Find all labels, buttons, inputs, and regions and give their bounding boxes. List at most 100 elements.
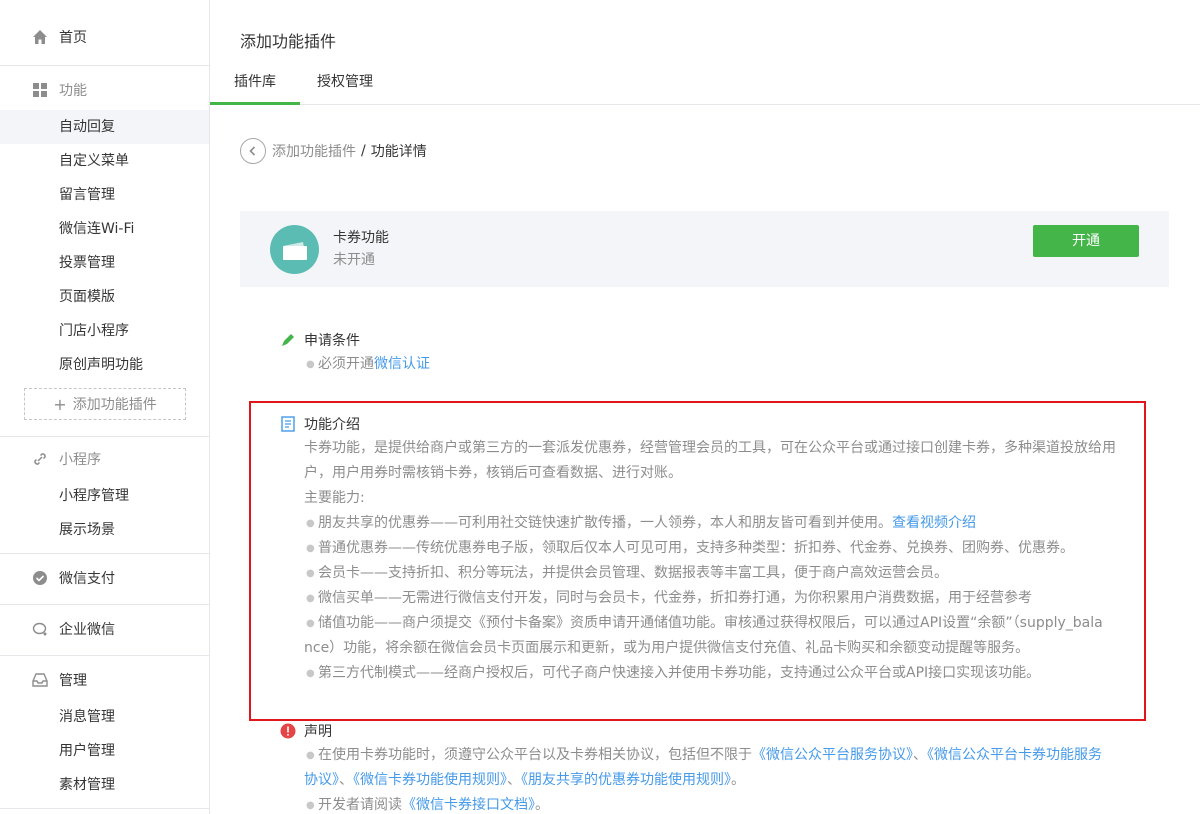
sidebar-item-wechat-pay[interactable]: 微信支付 (0, 558, 209, 598)
open-button[interactable]: 开通 (1033, 225, 1139, 257)
ability-item: ● 储值功能——商户须提交《预付卡备案》资质申请开通储值功能。审核通过获得权限后… (280, 611, 1140, 636)
ability-item: ● 微信买单——无需进行微信支付开发，同时与会员卡，代金券，折扣券打通，为你积累… (280, 586, 1140, 611)
sidebar-group-title: 小程序 (59, 452, 101, 468)
bullet-dot-icon: ● (306, 518, 315, 529)
ability-title: 主要能力: (304, 490, 365, 506)
sidebar-item-vote[interactable]: 投票管理 (0, 246, 209, 280)
breadcrumb-prev-link[interactable]: 添加功能插件 (272, 141, 356, 161)
bullet-dot-icon: ● (306, 750, 315, 761)
plugin-status: 未开通 (333, 252, 375, 268)
sidebar-item-custom-menu[interactable]: 自定义菜单 (0, 144, 209, 178)
sidebar-item-users[interactable]: 用户管理 (0, 734, 209, 768)
wechat-pay-icon (32, 570, 48, 586)
declaration-sep: 、 (339, 772, 353, 788)
bullet-dot-icon: ● (306, 593, 315, 604)
wework-icon (32, 621, 48, 637)
sidebar: 首页 功能 自动回复 自定义菜单 留言管理 微信连Wi-Fi 投票管理 页面模版… (0, 0, 210, 814)
conditions-title: 申请条件 (304, 333, 360, 349)
card-api-doc-link[interactable]: 《微信卡券接口文档》 (402, 797, 535, 813)
sidebar-group-title: 企业微信 (59, 622, 115, 638)
declaration-section: 声明 ● 在使用卡券功能时，须遵守公众平台以及卡券相关协议，包括但不限于《微信公… (280, 721, 1102, 814)
card-service-agreement-link-cont[interactable]: 协议》 (304, 772, 339, 788)
ability-item: ● 会员卡——支持折扣、积分等玩法，并提供会员管理、数据报表等丰富工具，便于商户… (280, 561, 1140, 586)
coupon-icon (282, 241, 307, 260)
tab-authorization[interactable]: 授权管理 (300, 62, 390, 105)
intro-line-2: 户，用户用券时需核销卡券，核销后可查看数据、进行对账。 (304, 465, 682, 481)
add-plugin-button[interactable]: + 添加功能插件 (24, 388, 186, 420)
sidebar-group-title: 管理 (59, 673, 87, 689)
video-intro-link[interactable]: 查看视频介绍 (892, 515, 976, 531)
add-plugin-label: 添加功能插件 (72, 397, 157, 413)
declaration-sep: 、 (913, 747, 927, 763)
sidebar-item-comments[interactable]: 留言管理 (0, 178, 209, 212)
divider (0, 65, 209, 66)
sidebar-group-title: 微信支付 (59, 571, 115, 587)
intro-title: 功能介绍 (304, 417, 360, 433)
tab-bar: 插件库 授权管理 (210, 62, 1200, 105)
card-usage-rules-link[interactable]: 《微信卡券功能使用规则》 (353, 772, 507, 788)
bullet-dot-icon: ● (306, 359, 315, 370)
service-agreement-link[interactable]: 《微信公众平台服务协议》 (752, 747, 913, 763)
bullet-dot-icon: ● (306, 568, 315, 579)
ability-item: ● 第三方代制模式——经商户授权后，可代子商户快速接入并使用卡券功能，支持通过公… (280, 661, 1140, 686)
sidebar-item-original-declaration[interactable]: 原创声明功能 (0, 348, 209, 382)
declaration-item: ● 在使用卡券功能时，须遵守公众平台以及卡券相关协议，包括但不限于《微信公众平台… (280, 743, 1102, 768)
sidebar-item-home[interactable]: 首页 (0, 18, 209, 55)
declaration-sep: 、 (507, 772, 521, 788)
declaration-item-cont: 协议》、《微信卡券功能使用规则》、《朋友共享的优惠券功能使用规则》。 (280, 768, 1102, 793)
sidebar-group-title: 功能 (59, 83, 87, 99)
bullet-dot-icon: ● (306, 668, 315, 679)
wechat-verify-link[interactable]: 微信认证 (374, 356, 430, 372)
divider (0, 604, 209, 605)
divider (0, 436, 209, 437)
sidebar-item-messages[interactable]: 消息管理 (0, 700, 209, 734)
page-title: 添加功能插件 (240, 32, 337, 51)
sidebar-home-label: 首页 (59, 29, 87, 46)
divider (0, 808, 209, 809)
tab-plugin-library[interactable]: 插件库 (210, 62, 300, 105)
divider (0, 553, 209, 554)
sidebar-group-function: 功能 (0, 70, 209, 110)
sidebar-group-manage: 管理 (0, 660, 209, 700)
sidebar-item-auto-reply[interactable]: 自动回复 (0, 110, 209, 144)
ability-item: ● 朋友共享的优惠券——可利用社交链快速扩散传播，一人领券，本人和朋友皆可看到并… (280, 511, 1140, 536)
ability-text: 普通优惠券——传统优惠券电子版，领取后仅本人可见可用，支持多种类型：折扣券、代金… (318, 540, 1074, 556)
declaration-text: 开发者请阅读 (318, 797, 402, 813)
condition-text: 必须开通 (318, 356, 374, 372)
grid-icon (32, 82, 48, 98)
ability-text: 会员卡——支持折扣、积分等玩法，并提供会员管理、数据报表等丰富工具，便于商户高效… (318, 565, 948, 581)
declaration-title: 声明 (304, 724, 332, 740)
bullet-dot-icon: ● (306, 543, 315, 554)
plugin-card: 卡券功能 未开通 开通 (240, 211, 1169, 287)
ability-item: ● 普通优惠券——传统优惠券电子版，领取后仅本人可见可用，支持多种类型：折扣券、… (280, 536, 1140, 561)
pencil-icon (280, 332, 296, 348)
bullet-dot-icon: ● (306, 618, 315, 629)
sidebar-item-page-template[interactable]: 页面模版 (0, 280, 209, 314)
ability-item-cont: nce）功能，将余额在微信会员卡页面展示和更新，或为用户提供微信支付充值、礼品卡… (280, 636, 1140, 661)
sidebar-group-miniprogram: 小程序 (0, 439, 209, 479)
ability-text-cont: nce）功能，将余额在微信会员卡页面展示和更新，或为用户提供微信支付充值、礼品卡… (304, 640, 1030, 656)
sidebar-item-wifi[interactable]: 微信连Wi-Fi (0, 212, 209, 246)
sidebar-item-wework[interactable]: 企业微信 (0, 609, 209, 649)
plugin-name: 卡券功能 (333, 230, 389, 246)
sidebar-item-store-miniprogram[interactable]: 门店小程序 (0, 314, 209, 348)
declaration-item: ● 开发者请阅读《微信卡券接口文档》。 (280, 793, 1102, 814)
sidebar-item-materials[interactable]: 素材管理 (0, 768, 209, 802)
declaration-header: 声明 (280, 721, 1102, 741)
sidebar-item-miniprogram-manage[interactable]: 小程序管理 (0, 479, 209, 513)
intro-description: 卡券功能，是提供给商户或第三方的一套派发优惠券，经营管理会员的工具，可在公众平台… (280, 436, 1140, 511)
inbox-icon (32, 672, 48, 688)
card-service-agreement-link[interactable]: 《微信公众平台卡券功能服务 (927, 747, 1102, 763)
sidebar-item-display-scene[interactable]: 展示场景 (0, 513, 209, 547)
condition-item: ● 必须开通微信认证 (280, 352, 430, 377)
breadcrumb-current: 功能详情 (370, 144, 427, 160)
conditions-header: 申请条件 (280, 330, 430, 350)
breadcrumb-separator: / (361, 143, 366, 159)
ability-text: 朋友共享的优惠券——可利用社交链快速扩散传播，一人领券，本人和朋友皆可看到并使用… (318, 515, 892, 531)
ability-text: 微信买单——无需进行微信支付开发，同时与会员卡，代金券，折扣券打通，为你积累用户… (318, 590, 1032, 606)
back-button[interactable] (240, 138, 266, 164)
plus-icon: + (53, 394, 67, 414)
shared-coupon-rules-link[interactable]: 《朋友共享的优惠券功能使用规则》 (521, 772, 731, 788)
declaration-end: 。 (535, 797, 549, 813)
intro-header: 功能介绍 (280, 414, 1140, 434)
